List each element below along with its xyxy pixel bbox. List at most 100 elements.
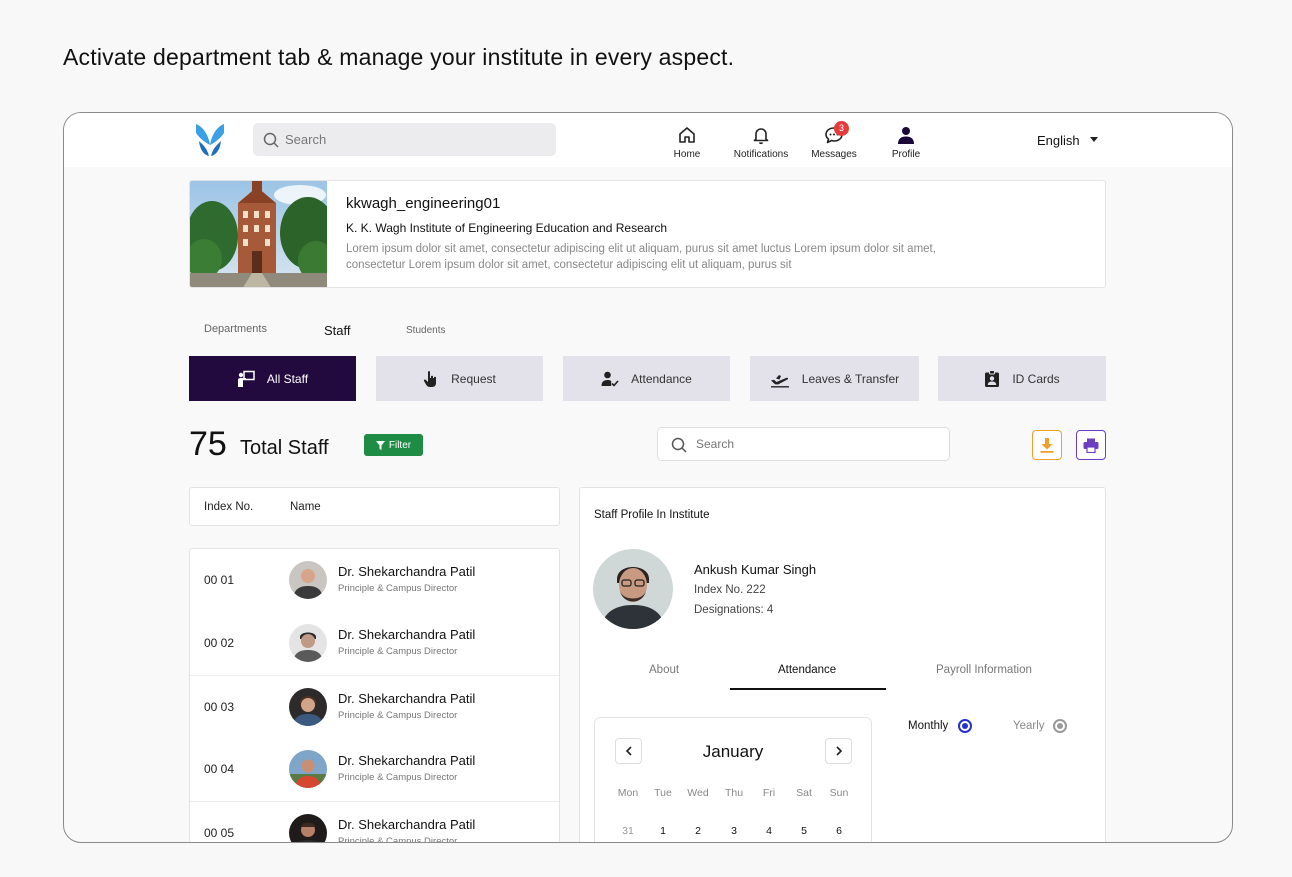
calendar-day[interactable]: 1 — [648, 825, 678, 837]
weekday-label: Wed — [687, 787, 709, 799]
avatar — [289, 624, 327, 662]
staff-search-input[interactable] — [696, 428, 936, 460]
bell-icon — [753, 128, 769, 145]
search-icon — [263, 132, 279, 148]
staff-profile-panel: Staff Profile In Institute Ankush Kumar … — [579, 487, 1106, 842]
staff-count: 75 — [189, 425, 227, 463]
chevron-down-icon[interactable] — [1090, 137, 1098, 142]
plane-departure-icon — [770, 374, 789, 387]
print-button[interactable] — [1076, 430, 1106, 460]
profile-designations: Designations: 4 — [694, 604, 774, 616]
tab-leaves-transfer-label: Leaves & Transfer — [801, 371, 900, 386]
staff-name: Dr. Shekarchandra Patil — [338, 627, 476, 642]
monthly-radio[interactable] — [958, 719, 972, 733]
staff-search — [657, 427, 950, 461]
staff-row[interactable]: 00 01 Dr. Shekarchandra Patil Principle … — [190, 549, 559, 612]
staff-row[interactable]: 00 04 Dr. Shekarchandra Patil Principle … — [190, 738, 559, 801]
staff-index: 00 02 — [204, 636, 235, 650]
tab-attendance[interactable]: Attendance — [563, 356, 730, 401]
profile-name: Ankush Kumar Singh — [694, 562, 817, 577]
profile-panel-title: Staff Profile In Institute — [594, 509, 710, 521]
staff-index: 00 01 — [204, 573, 235, 587]
tab-attendance-detail[interactable]: Attendance — [778, 664, 836, 676]
home-icon — [679, 127, 695, 143]
chevron-right-icon — [835, 746, 842, 756]
tab-about[interactable]: About — [649, 664, 679, 676]
institute-photo — [190, 181, 327, 287]
search-icon — [671, 437, 687, 453]
calendar-day[interactable]: 6 — [824, 825, 854, 837]
yearly-radio[interactable] — [1053, 719, 1067, 733]
attendance-calendar: January Mon Tue Wed Thu Fri Sat Sun 31 1… — [594, 717, 872, 842]
weekday-label: Sat — [796, 787, 812, 799]
id-badge-icon — [985, 369, 1000, 387]
download-button[interactable] — [1032, 430, 1062, 460]
tab-all-staff[interactable]: All Staff — [189, 356, 356, 401]
column-index-header: Index No. — [204, 501, 254, 513]
app-window: Home Notifications Messages 3 Profile En… — [63, 112, 1233, 843]
nav-home-label: Home — [673, 149, 701, 160]
tab-all-staff-label: All Staff — [266, 371, 309, 386]
staff-index: 00 05 — [204, 826, 235, 840]
nav-notifications-label: Notifications — [733, 149, 789, 160]
weekday-label: Tue — [654, 787, 672, 799]
staff-role: Principle & Campus Director — [338, 710, 458, 721]
staff-row[interactable]: 00 02 Dr. Shekarchandra Patil Principle … — [190, 612, 559, 675]
filter-button-label: Filter — [388, 439, 412, 451]
nav-home[interactable]: Home — [673, 125, 701, 160]
nav-messages-label: Messages — [811, 149, 857, 160]
staff-role: Principle & Campus Director — [338, 583, 458, 594]
tab-departments[interactable]: Departments — [204, 323, 267, 335]
user-check-icon — [601, 371, 619, 387]
app-logo-icon[interactable] — [194, 121, 226, 159]
next-month-button[interactable] — [825, 738, 852, 764]
staff-name: Dr. Shekarchandra Patil — [338, 753, 476, 768]
staff-list: 00 01 Dr. Shekarchandra Patil Principle … — [189, 548, 560, 843]
staff-role: Principle & Campus Director — [338, 836, 458, 843]
calendar-day[interactable]: 4 — [754, 825, 784, 837]
download-icon — [1040, 438, 1054, 453]
profile-photo — [593, 549, 673, 629]
tab-payroll[interactable]: Payroll Information — [936, 664, 1032, 676]
staff-role: Principle & Campus Director — [338, 772, 458, 783]
staff-count-label: Total Staff — [240, 437, 329, 459]
tab-students[interactable]: Students — [406, 325, 445, 336]
staff-row[interactable]: 00 05 Dr. Shekarchandra Patil Principle … — [190, 801, 559, 843]
calendar-day[interactable]: 2 — [683, 825, 713, 837]
filter-button[interactable]: Filter — [364, 434, 423, 456]
column-name-header: Name — [290, 501, 321, 513]
top-navbar: Home Notifications Messages 3 Profile En… — [64, 113, 1232, 167]
staff-role: Principle & Campus Director — [338, 646, 458, 657]
teacher-board-icon — [237, 370, 255, 387]
staff-name: Dr. Shekarchandra Patil — [338, 817, 476, 832]
nav-profile[interactable]: Profile — [888, 125, 924, 160]
avatar — [289, 688, 327, 726]
institute-name: K. K. Wagh Institute of Engineering Educ… — [346, 221, 668, 235]
staff-row[interactable]: 00 03 Dr. Shekarchandra Patil Principle … — [190, 675, 559, 738]
tab-leaves-transfer[interactable]: Leaves & Transfer — [750, 356, 919, 401]
staff-name: Dr. Shekarchandra Patil — [338, 564, 476, 579]
active-tab-indicator — [730, 688, 886, 690]
tab-request[interactable]: Request — [376, 356, 543, 401]
avatar — [289, 561, 327, 599]
tab-request-label: Request — [451, 371, 496, 386]
page-caption: Activate department tab & manage your in… — [63, 44, 735, 70]
staff-name: Dr. Shekarchandra Patil — [338, 691, 476, 706]
calendar-day[interactable]: 5 — [789, 825, 819, 837]
tab-staff[interactable]: Staff — [324, 323, 351, 338]
nav-notifications[interactable]: Notifications — [730, 125, 792, 160]
calendar-day[interactable]: 31 — [613, 825, 643, 837]
tab-id-cards[interactable]: ID Cards — [938, 356, 1106, 401]
profile-index: Index No. 222 — [694, 584, 766, 596]
weekday-label: Mon — [617, 787, 639, 799]
user-icon — [898, 127, 914, 144]
monthly-label: Monthly — [908, 720, 949, 732]
global-search-input[interactable] — [285, 123, 545, 156]
calendar-day[interactable]: 3 — [719, 825, 749, 837]
printer-icon — [1083, 438, 1099, 453]
staff-index: 00 04 — [204, 762, 235, 776]
avatar — [289, 814, 327, 842]
weekday-label: Sun — [829, 787, 849, 799]
language-selector[interactable]: English — [1037, 133, 1080, 148]
institute-card: kkwagh_engineering01 K. K. Wagh Institut… — [189, 180, 1106, 288]
